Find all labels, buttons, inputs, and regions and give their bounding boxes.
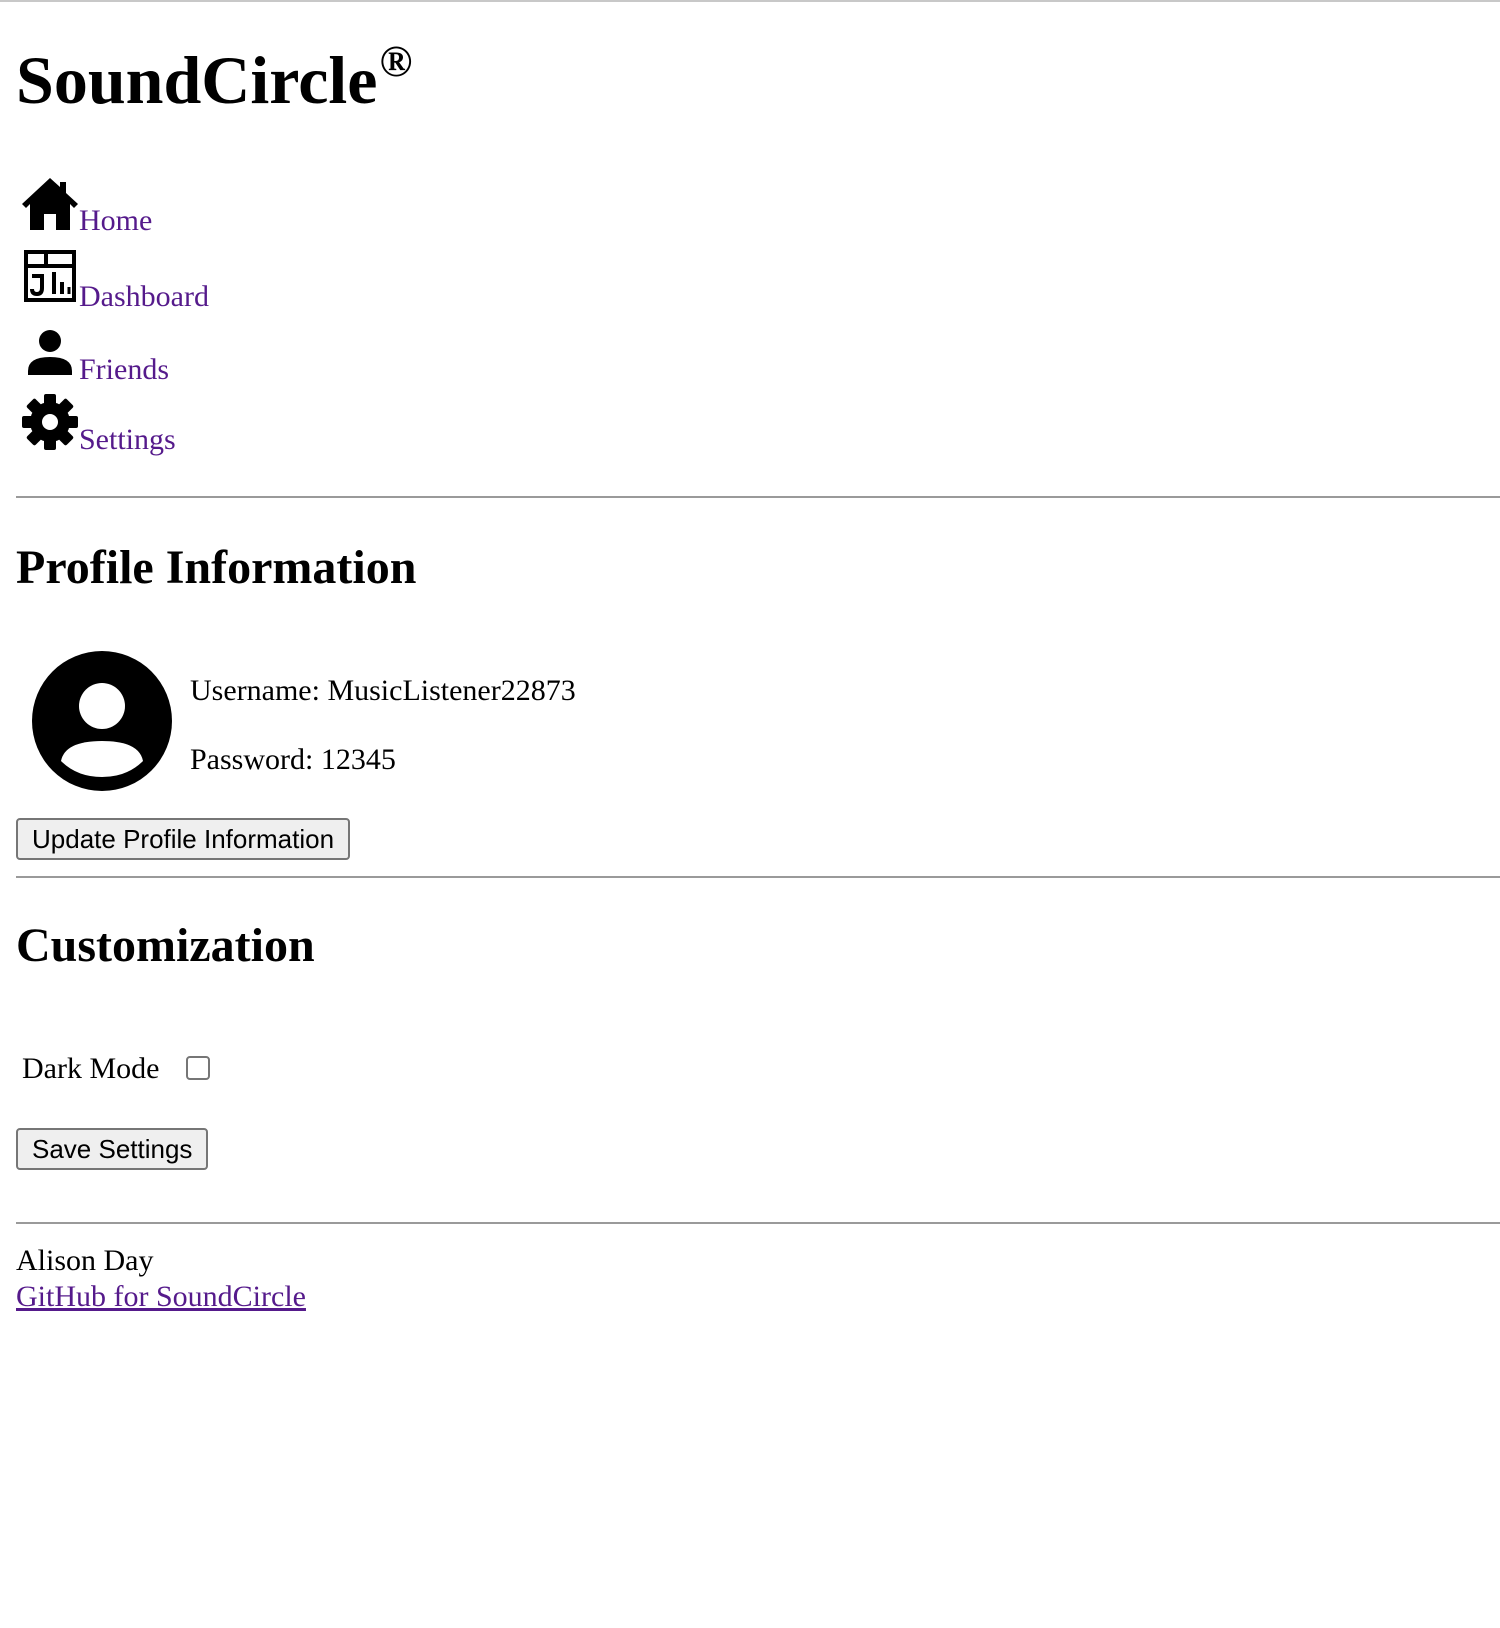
nav-label-settings: Settings — [79, 423, 176, 456]
update-profile-button[interactable]: Update Profile Information — [16, 818, 351, 860]
divider-profile — [16, 876, 1500, 878]
dark-mode-label: Dark Mode — [22, 1052, 160, 1085]
password-text: Password: 12345 — [190, 743, 396, 776]
customization-heading: Customization — [16, 919, 315, 972]
divider-nav — [16, 496, 1500, 498]
gear-icon — [22, 394, 78, 450]
divider-footer — [16, 1222, 1500, 1224]
site-title: SoundCircle® — [16, 40, 412, 115]
nav-link-dashboard[interactable]: Dashboard — [16, 248, 226, 313]
nav-label-home: Home — [79, 204, 153, 237]
registered-trademark: ® — [379, 37, 413, 86]
profile-heading: Profile Information — [16, 541, 417, 594]
nav-link-friends[interactable]: Friends — [16, 325, 186, 385]
dark-mode-checkbox[interactable] — [186, 1056, 210, 1080]
person-icon — [28, 330, 72, 375]
home-icon — [22, 178, 78, 230]
username-text: Username: MusicListener22873 — [190, 674, 576, 707]
nav-label-friends: Friends — [79, 353, 169, 386]
nav-label-dashboard: Dashboard — [79, 280, 209, 313]
save-settings-button[interactable]: Save Settings — [16, 1128, 209, 1170]
nav-link-settings[interactable]: Settings — [16, 392, 196, 462]
nav-link-home[interactable]: Home — [16, 170, 166, 240]
github-link[interactable]: GitHub for SoundCircle — [16, 1282, 306, 1312]
top-border — [0, 0, 1500, 2]
site-title-text: SoundCircle — [16, 42, 378, 118]
dashboard-icon — [24, 250, 76, 302]
footer-author: Alison Day — [16, 1244, 154, 1277]
account-circle-icon — [32, 651, 172, 791]
